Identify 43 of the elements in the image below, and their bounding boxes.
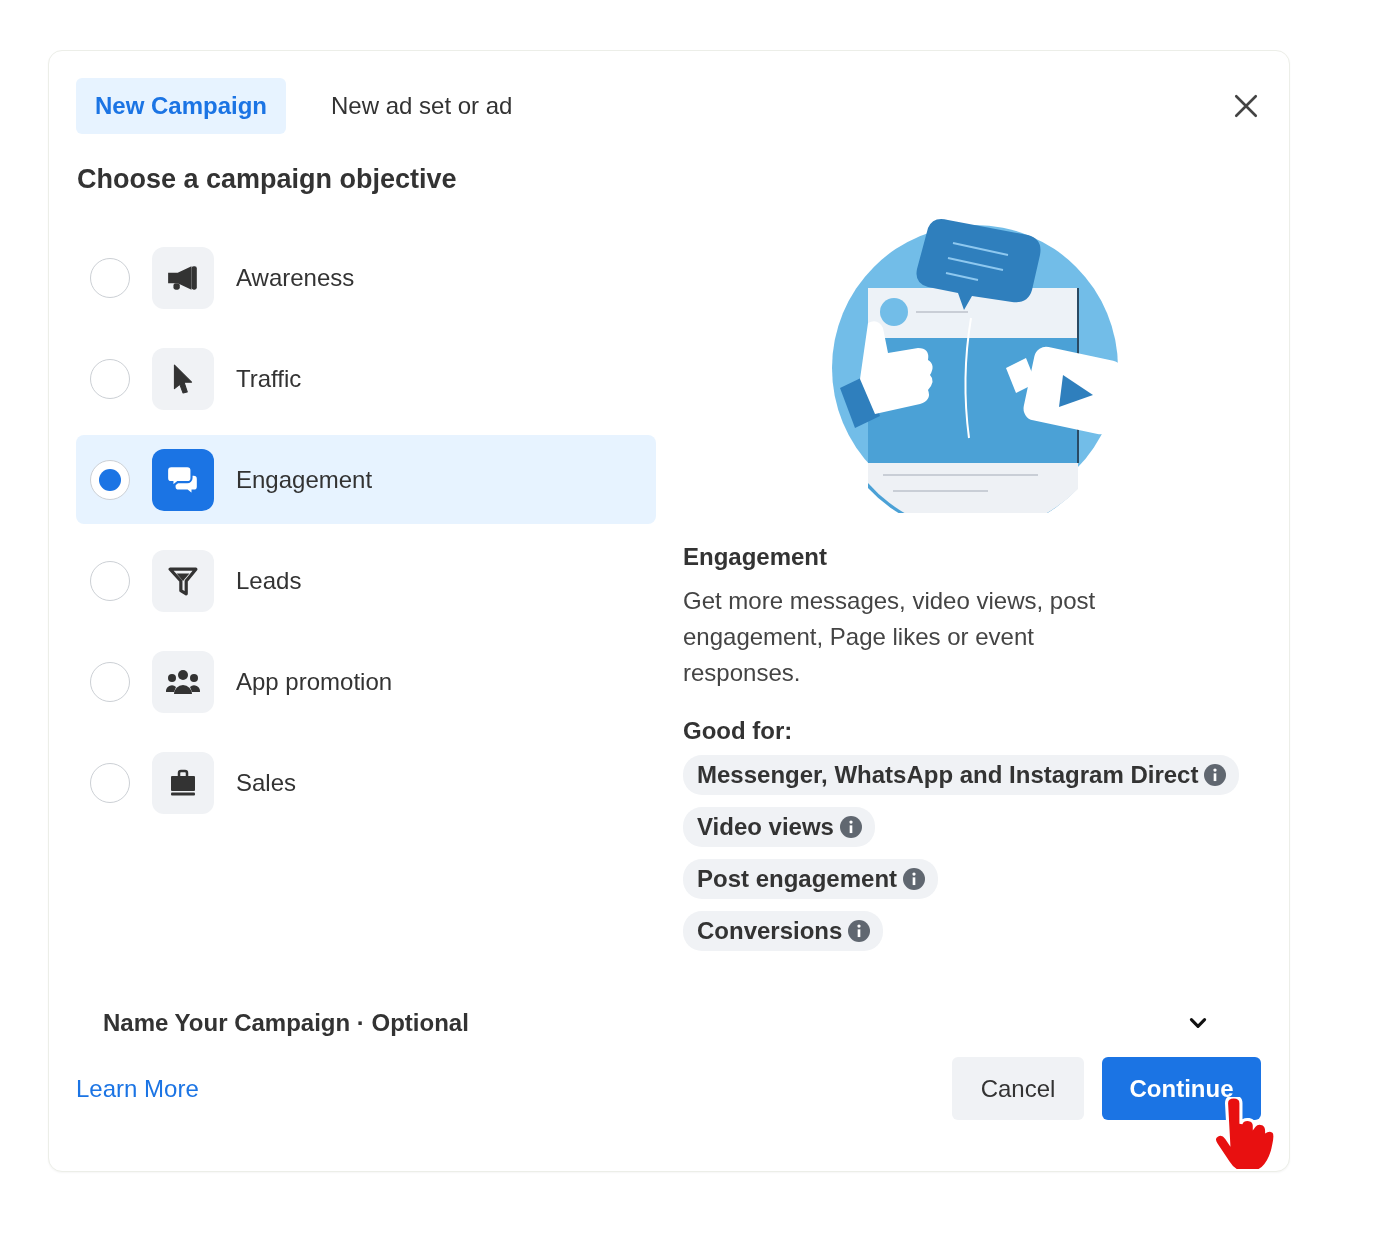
- info-icon[interactable]: [839, 816, 862, 838]
- objective-label: App promotion: [236, 667, 393, 696]
- objective-description: Get more messages, video views, post engagement, Page likes or event responses.: [683, 586, 1097, 688]
- info-icon[interactable]: [848, 920, 871, 942]
- radio-button[interactable]: [90, 459, 130, 500]
- objective-option[interactable]: App promotion: [76, 637, 656, 726]
- chip-label: Messenger, WhatsApp and Instagram Direct: [697, 761, 1199, 789]
- info-icon[interactable]: [903, 868, 926, 890]
- funnel-icon: [168, 565, 198, 596]
- megaphone-icon: [166, 264, 200, 291]
- good-for-label: Good for:: [683, 717, 794, 745]
- chip-label: Post engagement: [697, 865, 898, 893]
- objective-label: Leads: [236, 566, 302, 595]
- tab[interactable]: New ad set or ad: [312, 78, 532, 134]
- people-icon: [165, 668, 201, 695]
- info-icon[interactable]: [1204, 764, 1227, 786]
- chip-label: Conversions: [697, 917, 843, 945]
- section-label: Name Your Campaign · Optional: [103, 1009, 469, 1037]
- radio-button[interactable]: [90, 560, 130, 601]
- close-icon[interactable]: [1233, 93, 1259, 119]
- objective-label: Awareness: [236, 263, 355, 292]
- objective-option[interactable]: Awareness: [76, 233, 656, 322]
- objective-option[interactable]: Traffic: [76, 334, 656, 423]
- learn-more-link[interactable]: Learn More: [76, 1074, 199, 1103]
- section-heading: Choose a campaign objective: [77, 164, 458, 195]
- objective-label: Sales: [236, 768, 297, 797]
- cursor-icon: [172, 363, 194, 394]
- cancel-button[interactable]: Cancel: [952, 1057, 1084, 1120]
- objective-option[interactable]: Sales: [76, 738, 656, 827]
- radio-button[interactable]: [90, 358, 130, 399]
- radio-button[interactable]: [90, 661, 130, 702]
- name-campaign-section[interactable]: Name Your Campaign · Optional: [103, 1009, 1209, 1037]
- objective-option[interactable]: Leads: [76, 536, 656, 625]
- continue-button[interactable]: Continue: [1102, 1057, 1261, 1120]
- radio-button[interactable]: [90, 762, 130, 803]
- objective-label: Engagement: [236, 465, 373, 494]
- chip-label: Video views: [697, 813, 834, 841]
- objective-title: Engagement: [683, 543, 829, 571]
- objective-option[interactable]: Engagement: [76, 435, 656, 524]
- shopping-bag-icon: [169, 768, 197, 797]
- objective-label: Traffic: [236, 364, 302, 393]
- tab[interactable]: New Campaign: [76, 78, 287, 134]
- radio-button[interactable]: [90, 257, 130, 298]
